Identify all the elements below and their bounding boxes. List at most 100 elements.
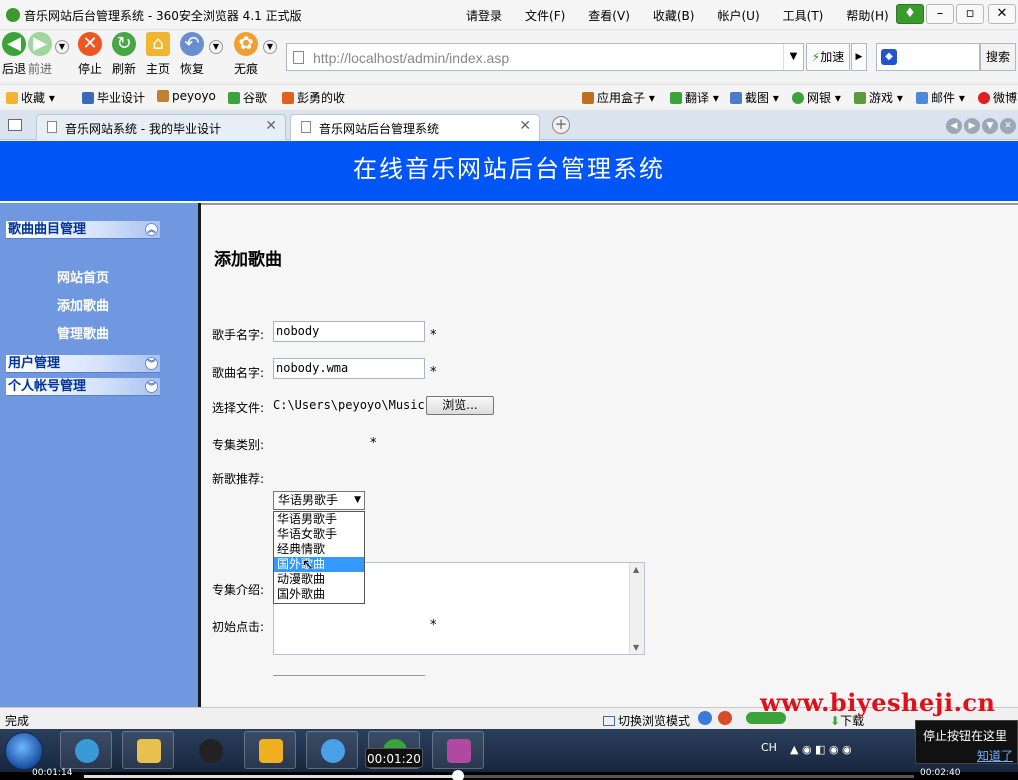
album-dropdown-list[interactable]: 华语男歌手 华语女歌手 经典情歌 国外歌曲 动漫歌曲 国外歌曲 ↖: [273, 511, 365, 604]
bookmark-peyoyo[interactable]: peyoyo: [157, 89, 216, 103]
stop-button[interactable]: ✕ 停止: [72, 32, 108, 77]
start-button[interactable]: [5, 732, 43, 770]
forward-button[interactable]: ▶ 前进: [22, 32, 58, 77]
bank-menu[interactable]: 网银 ▾: [792, 89, 841, 106]
search-input[interactable]: ◆: [876, 43, 980, 71]
album-option[interactable]: 动漫歌曲: [274, 572, 364, 587]
required-mark: *: [370, 436, 377, 451]
maximize-button[interactable]: ▫: [956, 4, 984, 24]
incognito-button[interactable]: ✿ 无痕: [228, 32, 264, 77]
browse-mode-toggle[interactable]: 切换浏览模式: [603, 712, 690, 729]
menu-tools[interactable]: 工具(T): [783, 7, 824, 24]
menu-account[interactable]: 帐户(U): [717, 7, 759, 24]
close-window-button[interactable]: ✕: [988, 4, 1016, 24]
address-dropdown-icon[interactable]: ▼: [783, 44, 803, 70]
tooltip-dismiss-link[interactable]: 知道了: [923, 747, 1017, 764]
taskbar-notes-button[interactable]: [244, 731, 296, 769]
tab-close-all-icon[interactable]: ✕: [1000, 118, 1016, 134]
video-progress-bar[interactable]: 00:01:14 00:02:40: [0, 768, 1018, 780]
tab-scroll-right-icon[interactable]: ▶: [964, 118, 980, 134]
video-scrub-handle[interactable]: [452, 770, 464, 780]
taskbar-ie-button[interactable]: [60, 731, 112, 769]
album-option[interactable]: 华语女歌手: [274, 527, 364, 542]
speedup-button[interactable]: ⚡加速: [806, 43, 850, 71]
games-menu[interactable]: 游戏 ▾: [854, 89, 903, 106]
scroll-down-icon[interactable]: ▼: [633, 643, 639, 652]
tab-admin[interactable]: 音乐网站后台管理系统 ✕: [290, 114, 540, 141]
menu-help[interactable]: 帮助(H): [846, 7, 888, 24]
status-text: 完成: [5, 714, 30, 728]
menu-login[interactable]: 请登录: [466, 7, 502, 24]
stop-icon: ✕: [78, 32, 102, 56]
intro-label: 专集介绍:: [212, 583, 265, 597]
sidebar-link-add-song[interactable]: 添加歌曲: [57, 295, 109, 314]
album-option-highlighted[interactable]: 国外歌曲: [274, 557, 364, 572]
mail-menu[interactable]: 邮件 ▾: [916, 89, 965, 106]
address-bar[interactable]: http://localhost/admin/index.asp ▼: [286, 43, 804, 71]
taskbar-360-button[interactable]: [306, 731, 358, 769]
video-time-badge: 00:01:20: [365, 748, 423, 768]
restore-button[interactable]: ↶ 恢复: [174, 32, 210, 77]
tab-list-icon[interactable]: ▼: [982, 118, 998, 134]
sidebar-toggle-icon[interactable]: [8, 119, 22, 131]
taskbar-qq-button[interactable]: [184, 731, 236, 769]
tab-scroll-left-icon[interactable]: ◀: [946, 118, 962, 134]
album-select[interactable]: 华语男歌手 ▼: [273, 491, 365, 510]
sidebar-section-songs[interactable]: 歌曲曲目管理 ︽: [6, 221, 160, 239]
search-engine-icon[interactable]: ◆: [881, 49, 897, 65]
expand-chevron-icon[interactable]: ︾: [145, 357, 158, 370]
taskbar-tool-button[interactable]: [432, 731, 484, 769]
tab-music-site[interactable]: 音乐网站系统 - 我的毕业设计 ✕: [36, 114, 286, 140]
menu-favorites[interactable]: 收藏(B): [653, 7, 695, 24]
browse-button[interactable]: 浏览...: [426, 396, 494, 415]
sidebar-link-manage-songs[interactable]: 管理歌曲: [57, 323, 109, 342]
tab-close-icon[interactable]: ✕: [519, 118, 531, 134]
refresh-button[interactable]: ↻ 刷新: [106, 32, 142, 77]
ie-icon[interactable]: [698, 711, 712, 725]
bookmark-graduation[interactable]: 毕业设计: [82, 89, 145, 106]
initial-click-input[interactable]: [273, 675, 425, 676]
input-method-indicator[interactable]: CH: [761, 741, 777, 754]
expand-chevron-icon[interactable]: ︾: [145, 380, 158, 393]
menu-file[interactable]: 文件(F): [525, 7, 565, 24]
textarea-scrollbar[interactable]: ▲ ▼: [629, 563, 644, 654]
song-name-input[interactable]: nobody.wma: [273, 358, 425, 379]
translate-menu[interactable]: 翻译 ▾: [670, 89, 719, 106]
gamepad-icon: [854, 92, 866, 104]
video-total: 00:02:40: [920, 768, 961, 778]
tab-close-icon[interactable]: ✕: [265, 118, 277, 134]
mouse-cursor-icon: ↖: [302, 557, 314, 573]
tooltip-text: 停止按钮在这里: [923, 729, 1008, 743]
album-option[interactable]: 国外歌曲: [274, 587, 364, 602]
home-button[interactable]: ⌂ 主页: [140, 32, 176, 77]
sidebar-link-home[interactable]: 网站首页: [57, 267, 109, 286]
scroll-up-icon[interactable]: ▲: [633, 565, 639, 574]
bookmark-google[interactable]: 谷歌: [228, 89, 267, 106]
system-tray[interactable]: ▲ ◉ ◧ ◉ ◉: [790, 743, 852, 756]
security-icon[interactable]: [718, 711, 732, 725]
new-tab-button[interactable]: +: [552, 116, 570, 134]
weibo-menu[interactable]: 微博: [978, 89, 1017, 106]
app-box-menu[interactable]: 应用盒子 ▾: [582, 89, 655, 106]
restore-dropdown-icon[interactable]: ▼: [209, 40, 223, 54]
shield-icon[interactable]: ♦: [896, 4, 924, 24]
menu-view[interactable]: 查看(V): [588, 7, 630, 24]
history-dropdown-icon[interactable]: ▼: [55, 40, 69, 54]
minimize-button[interactable]: –: [926, 4, 954, 24]
album-option[interactable]: 华语男歌手: [274, 512, 364, 527]
file-path-input[interactable]: C:\Users\peyoyo\Music: [273, 398, 425, 412]
bookmark-pengyong[interactable]: 彭勇的收: [282, 89, 345, 106]
album-option[interactable]: 经典情歌: [274, 542, 364, 557]
singer-name-input[interactable]: nobody: [273, 321, 425, 342]
favorites-menu[interactable]: 收藏 ▾: [6, 89, 55, 106]
search-button[interactable]: 搜索: [980, 43, 1016, 71]
sidebar-section-users[interactable]: 用户管理 ︾: [6, 355, 160, 373]
speedup-menu-button[interactable]: ▶: [851, 43, 867, 71]
taskbar-explorer-button[interactable]: [122, 731, 174, 769]
google-icon: [228, 92, 240, 104]
collapse-chevron-icon[interactable]: ︽: [145, 223, 158, 236]
incognito-dropdown-icon[interactable]: ▼: [263, 40, 277, 54]
sidebar-section-account[interactable]: 个人帐号管理 ︾: [6, 378, 160, 396]
address-url[interactable]: http://localhost/admin/index.asp: [313, 50, 509, 66]
screenshot-menu[interactable]: 截图 ▾: [730, 89, 779, 106]
